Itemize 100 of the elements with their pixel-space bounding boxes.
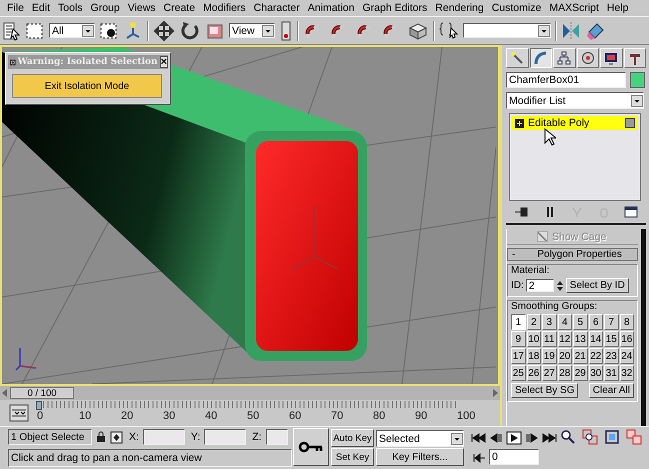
current-frame-field[interactable]: 0 <box>489 449 539 465</box>
bar-icon[interactable] <box>545 206 556 218</box>
menu-item[interactable]: Animation <box>304 2 358 14</box>
smoothing-group-button[interactable]: 2 <box>526 314 541 330</box>
zoom-extents-all-icon[interactable] <box>626 429 642 445</box>
coordinate-system-dropdown[interactable]: View <box>229 23 275 38</box>
right-arrow-icon[interactable] <box>492 389 498 397</box>
set-key-button[interactable]: Set Key <box>331 448 374 466</box>
clear-all-button[interactable]: Clear All <box>588 383 634 398</box>
id-field[interactable]: 2 <box>526 279 554 292</box>
smoothing-group-button[interactable]: 8 <box>620 314 634 330</box>
smoothing-group-button[interactable]: 32 <box>620 365 634 381</box>
menu-item[interactable]: File <box>3 2 28 14</box>
play-icon[interactable] <box>506 431 522 445</box>
menu-item[interactable]: Group <box>86 2 124 14</box>
dashed-rectangle-icon[interactable] <box>25 20 45 40</box>
select-by-id-button[interactable]: Select By ID <box>566 278 629 293</box>
left-arrow-icon[interactable] <box>2 389 8 397</box>
smoothing-group-button[interactable]: 12 <box>558 331 572 347</box>
smoothing-group-button[interactable]: 21 <box>573 348 588 364</box>
key-icon <box>298 441 324 453</box>
smoothing-group-button[interactable]: 30 <box>588 365 603 381</box>
go-to-start-icon[interactable] <box>470 432 486 444</box>
key-filters-button[interactable]: Key Filters... <box>376 448 464 466</box>
y-field[interactable] <box>204 429 246 445</box>
move-icon[interactable] <box>153 20 175 42</box>
time-slider-thumb[interactable]: 0 / 100 <box>10 387 74 399</box>
menu-item[interactable]: Graph Editors <box>358 2 432 14</box>
smoothing-group-button[interactable]: 10 <box>526 331 541 347</box>
key-mode-dropdown[interactable]: Selected <box>376 430 464 447</box>
smoothing-group-button[interactable]: 19 <box>542 348 556 364</box>
menu-item[interactable]: Help <box>602 2 633 14</box>
smoothing-group-button[interactable]: 11 <box>542 331 556 347</box>
selection-status-field[interactable]: 1 Object Selecte <box>8 429 92 445</box>
smoothing-group-button[interactable]: 14 <box>588 331 603 347</box>
menu-item[interactable]: Views <box>124 2 160 14</box>
selection-filter-dropdown[interactable]: All <box>49 23 95 38</box>
modifier-list-dropdown[interactable]: Modifier List <box>506 92 644 109</box>
smoothing-group-button[interactable]: 4 <box>558 314 572 330</box>
smoothing-group-button[interactable]: 22 <box>588 348 603 364</box>
smoothing-group-button[interactable]: 27 <box>542 365 556 381</box>
smoothing-group-button[interactable]: 13 <box>573 331 588 347</box>
zoom-icon[interactable] <box>560 429 576 445</box>
list-cursor-icon[interactable] <box>3 20 21 40</box>
set-key-button-large[interactable] <box>293 428 329 466</box>
previous-frame-icon[interactable] <box>489 432 503 444</box>
zoom-extents-icon[interactable] <box>604 429 620 445</box>
stack-item[interactable]: Editable Poly <box>512 116 638 130</box>
menu-item[interactable]: Edit <box>28 2 54 14</box>
braces-cursor-icon[interactable] <box>439 20 459 42</box>
smoothing-group-button[interactable]: 9 <box>511 331 526 347</box>
z-field[interactable] <box>266 429 288 445</box>
menu-item[interactable]: Rendering <box>431 2 488 14</box>
smoothing-group-button[interactable]: 16 <box>620 331 634 347</box>
menu-item[interactable]: Character <box>250 2 304 14</box>
close-button[interactable]: × <box>160 56 168 68</box>
mirror-icon[interactable] <box>561 20 581 42</box>
next-frame-icon[interactable] <box>525 432 539 444</box>
smoothing-group-button[interactable]: 1 <box>511 314 526 330</box>
configure-icon[interactable] <box>624 206 638 218</box>
menu-item[interactable]: MAXScript <box>545 2 603 14</box>
smoothing-group-button[interactable]: 18 <box>526 348 541 364</box>
pin-icon[interactable] <box>514 206 530 218</box>
named-selection-dropdown[interactable] <box>463 23 551 38</box>
menu-item[interactable]: Tools <box>54 2 87 14</box>
smoothing-group-button[interactable]: 23 <box>604 348 618 364</box>
smoothing-group-button[interactable]: 31 <box>604 365 618 381</box>
zoom-all-icon[interactable] <box>582 429 598 445</box>
menu-item[interactable]: Customize <box>488 2 546 14</box>
auto-key-button[interactable]: Auto Key <box>331 429 374 447</box>
smoothing-group-button[interactable]: 3 <box>542 314 556 330</box>
rollout-header[interactable]: - Polygon Properties <box>507 248 638 261</box>
smoothing-group-button[interactable]: 20 <box>558 348 572 364</box>
smoothing-group-button[interactable]: 15 <box>604 331 618 347</box>
prompt-field[interactable]: Click and drag to pan a non-camera view <box>8 449 292 467</box>
go-to-end-icon[interactable] <box>542 432 558 444</box>
smoothing-group-button[interactable]: 29 <box>573 365 588 381</box>
menu-item[interactable]: Create <box>160 2 200 14</box>
smoothing-group-button[interactable]: 6 <box>588 314 603 330</box>
menu-item[interactable]: Modifiers <box>199 2 250 14</box>
absolute-mode-icon[interactable] <box>110 430 123 444</box>
smoothing-group-button[interactable]: 25 <box>511 365 526 381</box>
smoothing-group-button[interactable]: 7 <box>604 314 618 330</box>
smoothing-group-button[interactable]: 28 <box>558 365 572 381</box>
lock-icon[interactable] <box>96 431 106 443</box>
toggle-icon[interactable] <box>625 118 635 128</box>
smoothing-group-button[interactable]: 5 <box>573 314 588 330</box>
smoothing-group-button[interactable]: 26 <box>526 365 541 381</box>
exit-isolation-button[interactable]: Exit Isolation Mode <box>12 74 162 98</box>
smoothing-group-button[interactable]: 17 <box>511 348 526 364</box>
object-color-swatch[interactable] <box>630 72 645 88</box>
smoothing-group-button[interactable]: 24 <box>620 348 634 364</box>
x-field[interactable] <box>142 429 185 445</box>
expand-icon[interactable] <box>515 118 524 128</box>
key-mode-icon[interactable] <box>472 452 486 464</box>
select-by-sg-button[interactable]: Select By SG <box>511 383 578 398</box>
rotate-icon[interactable] <box>179 20 201 42</box>
object-name-field[interactable]: ChamferBox01 <box>506 72 626 88</box>
curve-editor-icon[interactable] <box>9 404 29 422</box>
frame-label: 0 <box>37 410 44 422</box>
